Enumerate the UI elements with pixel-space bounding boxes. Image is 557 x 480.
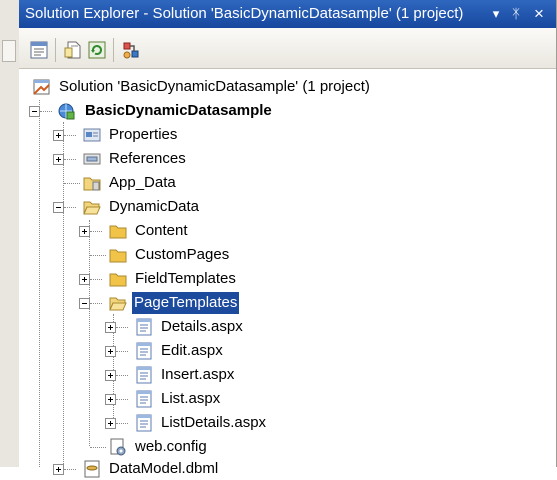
tree-connector [64, 207, 76, 208]
app-data-folder-icon [83, 174, 101, 192]
tree-item-web-config[interactable]: web.config [19, 436, 556, 458]
tree-item-page-templates[interactable]: PageTemplates [19, 292, 556, 314]
tree-item-content[interactable]: Content [19, 220, 556, 242]
aspx-file-icon [135, 366, 153, 384]
aspx-file-icon [135, 414, 153, 432]
config-file-icon [109, 438, 127, 456]
tree-item-label: PageTemplates [132, 292, 240, 314]
solution-explorer-panel: Solution Explorer - Solution 'BasicDynam… [19, 0, 557, 478]
solution-icon [33, 78, 51, 96]
tree-connector [64, 135, 76, 136]
auto-hide-pin-icon[interactable]: ᛡ [507, 0, 525, 28]
tree-item-label: ListDetails.aspx [161, 414, 267, 431]
tree-item-details-aspx[interactable]: Details.aspx [19, 316, 556, 338]
tree-item-field-templates[interactable]: FieldTemplates [19, 268, 556, 290]
title-bar[interactable]: Solution Explorer - Solution 'BasicDynam… [19, 0, 556, 28]
tree-connector [64, 183, 80, 184]
expand-toggle[interactable] [53, 130, 64, 141]
tree-connector [90, 303, 102, 304]
properties-folder-icon [83, 126, 101, 144]
tree-item-list-details-aspx[interactable]: ListDetails.aspx [19, 412, 556, 434]
tree-item-app-data[interactable]: App_Data [19, 172, 556, 194]
folder-icon [109, 222, 127, 240]
open-folder-icon [109, 294, 127, 312]
aspx-file-icon [135, 342, 153, 360]
folder-icon [109, 246, 127, 264]
tree-connector [90, 279, 102, 280]
tree-item-list-aspx[interactable]: List.aspx [19, 388, 556, 410]
dbml-file-icon [83, 460, 101, 478]
tree-item-label: FieldTemplates [135, 270, 236, 287]
references-icon [83, 150, 101, 168]
tree-item-project[interactable]: BasicDynamicDatasample [19, 100, 556, 122]
tree-item-label: Details.aspx [161, 318, 243, 335]
tree-item-insert-aspx[interactable]: Insert.aspx [19, 364, 556, 386]
view-class-diagram-icon[interactable] [121, 40, 141, 60]
tree-item-label: web.config [135, 438, 207, 455]
expand-toggle[interactable] [105, 394, 116, 405]
tree-connector [116, 327, 128, 328]
window-position-dropdown-icon[interactable]: ▾ [487, 0, 505, 28]
tree-item-label: Properties [109, 126, 178, 143]
expand-toggle[interactable] [53, 464, 64, 475]
expand-toggle[interactable] [105, 370, 116, 381]
show-all-files-icon[interactable] [63, 40, 83, 60]
tree-connector [90, 231, 102, 232]
tree-item-label: DataModel.dbml [109, 460, 219, 477]
toolbar-separator [55, 38, 56, 62]
tree-item-label: List.aspx [161, 390, 221, 407]
tree-connector [64, 159, 76, 160]
properties-icon[interactable] [29, 40, 49, 60]
tree-item-label: Solution 'BasicDynamicDatasample' (1 pro… [59, 78, 370, 95]
toolbar-separator [113, 38, 114, 62]
expand-toggle[interactable] [79, 274, 90, 285]
tree-item-label: BasicDynamicDatasample [85, 102, 272, 119]
folder-icon [109, 270, 127, 288]
refresh-icon[interactable] [87, 40, 107, 60]
tree-connector [116, 375, 128, 376]
close-icon[interactable]: × [529, 0, 549, 28]
tree-item-properties[interactable]: Properties [19, 124, 556, 146]
tree-connector [64, 469, 76, 470]
collapse-toggle[interactable] [53, 202, 64, 213]
tree-item-label: Insert.aspx [161, 366, 235, 383]
toolbar [19, 28, 556, 69]
tree-connector [116, 423, 128, 424]
aspx-file-icon [135, 390, 153, 408]
open-folder-icon [83, 198, 101, 216]
tree-connector [116, 399, 128, 400]
tree-item-data-model[interactable]: DataModel.dbml [19, 458, 556, 480]
tree-item-label: App_Data [109, 174, 176, 191]
tree-item-label: Edit.aspx [161, 342, 223, 359]
tree-item-edit-aspx[interactable]: Edit.aspx [19, 340, 556, 362]
solution-tree: Solution 'BasicDynamicDatasample' (1 pro… [19, 72, 556, 478]
tree-connector [90, 255, 106, 256]
aspx-file-icon [135, 318, 153, 336]
tree-connector [40, 111, 52, 112]
tree-connector [116, 351, 128, 352]
tree-item-label: CustomPages [135, 246, 230, 263]
tree-item-label: References [109, 150, 186, 167]
tree-item-label: Content [135, 222, 188, 239]
tree-item-dynamic-data[interactable]: DynamicData [19, 196, 556, 218]
web-project-icon [57, 102, 75, 120]
window-title: Solution Explorer - Solution 'BasicDynam… [25, 5, 464, 22]
collapse-toggle[interactable] [79, 298, 90, 309]
left-pane-edge [2, 40, 16, 62]
tree-item-solution[interactable]: Solution 'BasicDynamicDatasample' (1 pro… [19, 76, 556, 98]
expand-toggle[interactable] [53, 154, 64, 165]
collapse-toggle[interactable] [29, 106, 40, 117]
expand-toggle[interactable] [79, 226, 90, 237]
tree-item-references[interactable]: References [19, 148, 556, 170]
tree-item-label: DynamicData [109, 198, 200, 215]
expand-toggle[interactable] [105, 418, 116, 429]
expand-toggle[interactable] [105, 346, 116, 357]
tree-connector [90, 447, 106, 448]
expand-toggle[interactable] [105, 322, 116, 333]
left-docked-pane [0, 0, 20, 467]
tree-item-custom-pages[interactable]: CustomPages [19, 244, 556, 266]
